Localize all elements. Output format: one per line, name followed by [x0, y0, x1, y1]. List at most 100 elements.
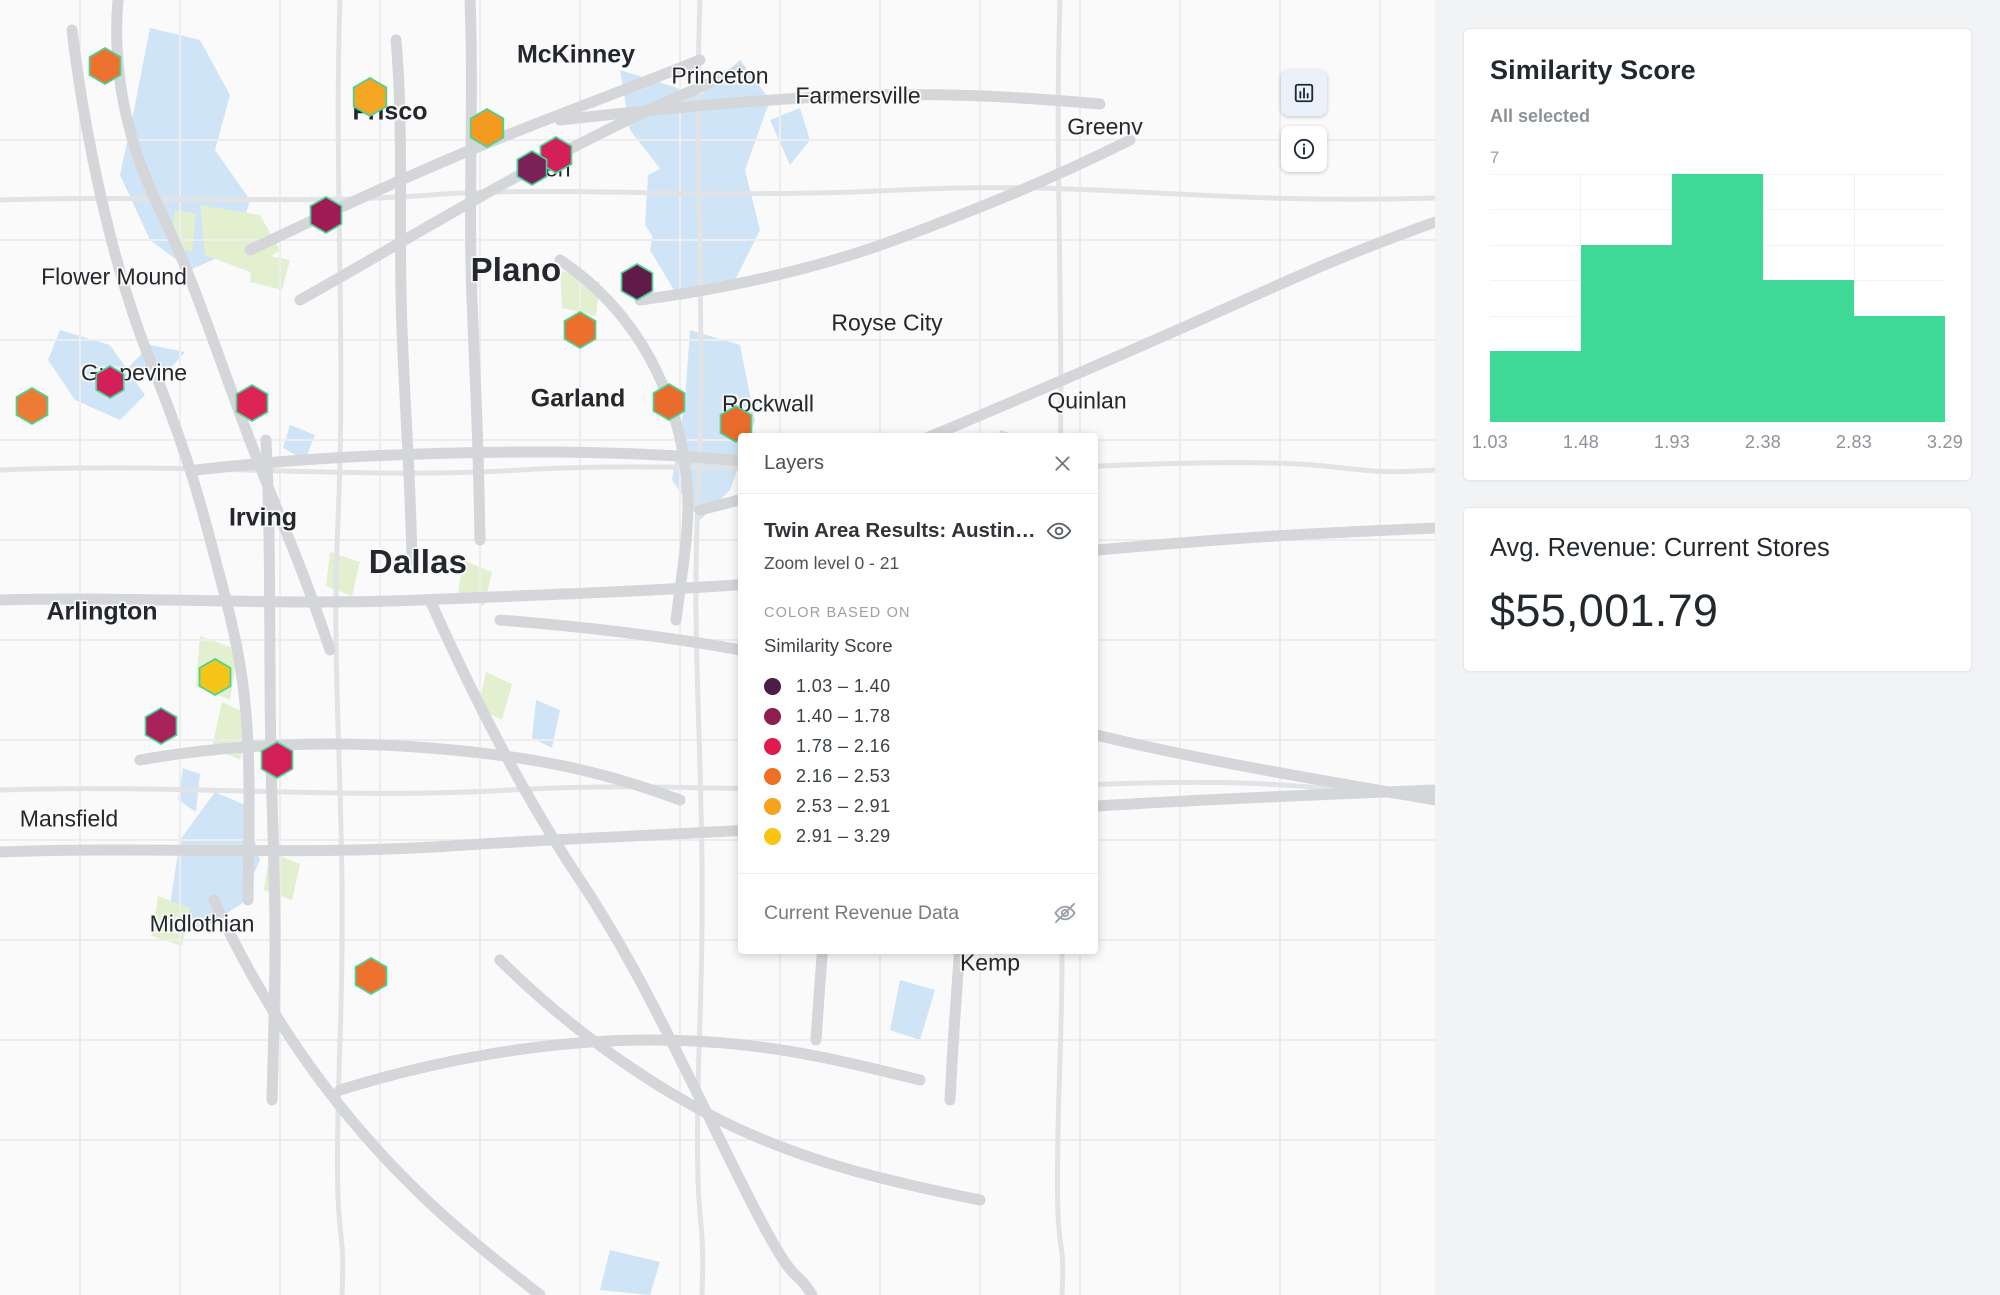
map-hex-marker[interactable] — [13, 387, 51, 425]
hex-marker-outline — [563, 311, 597, 349]
card-title: Avg. Revenue: Current Stores — [1490, 534, 1830, 562]
selection-status: All selected — [1490, 106, 1591, 126]
legend-range-label: 2.91 – 3.29 — [796, 825, 891, 846]
hex-marker-fill — [262, 743, 292, 777]
hex-marker-fill — [565, 313, 595, 347]
hex-marker-outline — [516, 150, 548, 186]
right-sidebar: Similarity Score All selected 7 1.03 1.48… — [1435, 0, 2000, 1295]
legend-color-swatch — [764, 797, 781, 815]
hex-marker-fill — [518, 152, 546, 184]
x-axis-ticks: 1.03 1.48 1.93 2.38 2.83 3.29 — [1472, 432, 1963, 458]
hex-marker-outline — [95, 365, 125, 399]
layer-item-current-revenue-data[interactable]: Current Revenue Data — [738, 873, 1098, 954]
eye-off-icon[interactable] — [1052, 900, 1078, 926]
layers-panel-title: Layers — [764, 452, 825, 474]
hex-marker-outline — [354, 957, 388, 995]
close-icon[interactable] — [1047, 450, 1078, 477]
hex-marker-outline — [15, 387, 49, 425]
x-axis-tick-label: 2.83 — [1835, 432, 1873, 452]
map-hex-marker[interactable] — [258, 741, 296, 779]
legend-row: 1.03 – 1.40 — [764, 671, 1072, 701]
avg-revenue-card: Avg. Revenue: Current Stores $55,001.79 — [1463, 507, 1972, 672]
histogram-bar[interactable] — [1581, 244, 1672, 422]
legend-range-label: 1.03 – 1.40 — [796, 675, 891, 696]
hex-marker-fill — [200, 660, 230, 694]
map-hex-marker[interactable] — [233, 384, 271, 422]
map-hex-marker[interactable] — [196, 658, 234, 696]
legend-range-label: 2.53 – 2.91 — [796, 795, 891, 816]
bar-chart-icon — [1293, 82, 1315, 104]
hex-marker-outline — [652, 383, 686, 421]
color-attribute-value: Similarity Score — [764, 635, 893, 656]
map-hex-marker[interactable] — [352, 957, 390, 995]
layers-panel-body: Twin Area Results: Austin ... Zoom level… — [738, 494, 1098, 873]
legend-color-swatch — [764, 737, 781, 755]
map-controls — [1281, 70, 1327, 172]
hex-marker-outline — [352, 77, 388, 117]
card-title: Similarity Score — [1490, 55, 1696, 85]
map-hex-marker[interactable] — [307, 196, 345, 234]
hex-marker-outline — [620, 263, 654, 301]
similarity-score-card: Similarity Score All selected 7 1.03 1.48… — [1463, 28, 1972, 481]
legend-row: 2.53 – 2.91 — [764, 791, 1072, 821]
map-basemap — [0, 0, 1435, 1295]
map-pane[interactable]: McKinney Princeton Farmersville Greenv Frisc… — [0, 0, 1435, 1295]
layer-item-twin-area-results[interactable]: Twin Area Results: Austin ... — [764, 518, 1072, 544]
hex-marker-fill — [354, 79, 386, 115]
x-axis-tick-label: 1.03 — [1471, 432, 1509, 452]
app-root: McKinney Princeton Farmersville Greenv Frisc… — [0, 0, 2000, 1295]
hex-marker-fill — [311, 198, 341, 232]
map-hex-marker[interactable] — [467, 108, 507, 148]
hex-marker-fill — [237, 386, 267, 420]
info-toggle-button[interactable] — [1281, 126, 1327, 172]
hex-marker-fill — [356, 959, 386, 993]
layers-panel: Layers Twin Area Results: Austin ... Zoo… — [738, 433, 1098, 954]
histogram-bars — [1490, 174, 1945, 422]
legend-color-swatch — [764, 707, 781, 725]
legend-range-label: 1.78 – 2.16 — [796, 735, 891, 756]
histogram-bar[interactable] — [1854, 315, 1945, 422]
map-hex-marker[interactable] — [142, 707, 180, 745]
layer-zoom-range: Zoom level 0 - 21 — [764, 553, 900, 573]
layer-name-secondary: Current Revenue Data — [764, 901, 960, 924]
legend-row: 2.91 – 3.29 — [764, 821, 1072, 851]
metric-value: $55,001.79 — [1490, 585, 1719, 636]
x-axis-tick-label: 1.93 — [1653, 432, 1691, 452]
x-axis-tick-label: 1.48 — [1562, 432, 1600, 452]
hex-marker-fill — [97, 367, 123, 397]
hex-marker-outline — [469, 108, 505, 148]
legend-color-swatch — [764, 677, 781, 695]
legend-row: 2.16 – 2.53 — [764, 761, 1072, 791]
hex-marker-outline — [144, 707, 178, 745]
map-hex-marker[interactable] — [514, 150, 550, 186]
hex-marker-outline — [260, 741, 294, 779]
histogram-bar[interactable] — [1763, 280, 1854, 422]
legend-list: 1.03 – 1.40 1.40 – 1.78 1.78 – 2.16 2.16 – … — [764, 671, 1072, 851]
legend-row: 1.40 – 1.78 — [764, 701, 1072, 731]
legend-range-label: 2.16 – 2.53 — [796, 765, 891, 786]
hex-marker-fill — [17, 389, 47, 423]
hex-marker-outline — [88, 47, 122, 85]
legend-color-swatch — [764, 767, 781, 785]
layers-panel-header: Layers — [738, 433, 1098, 494]
histogram-plot[interactable] — [1490, 174, 1945, 422]
y-axis-max-label: 7 — [1490, 149, 1500, 167]
map-hex-marker[interactable] — [93, 365, 127, 399]
eye-icon[interactable] — [1046, 518, 1072, 544]
map-hex-marker[interactable] — [618, 263, 656, 301]
hex-marker-outline — [198, 658, 232, 696]
map-hex-marker[interactable] — [561, 311, 599, 349]
x-axis-tick-label: 3.29 — [1926, 432, 1964, 452]
hex-marker-fill — [471, 110, 503, 146]
histogram-bar[interactable] — [1490, 351, 1581, 422]
layer-name: Twin Area Results: Austin ... — [764, 519, 1036, 542]
hex-marker-fill — [146, 709, 176, 743]
hex-marker-outline — [309, 196, 343, 234]
map-hex-marker[interactable] — [86, 47, 124, 85]
chart-toggle-button[interactable] — [1281, 70, 1327, 116]
histogram-bar[interactable] — [1672, 174, 1763, 422]
map-hex-marker[interactable] — [650, 383, 688, 421]
x-axis-tick-label: 2.38 — [1744, 432, 1782, 452]
map-hex-marker[interactable] — [350, 77, 390, 117]
hex-marker-fill — [654, 385, 684, 419]
